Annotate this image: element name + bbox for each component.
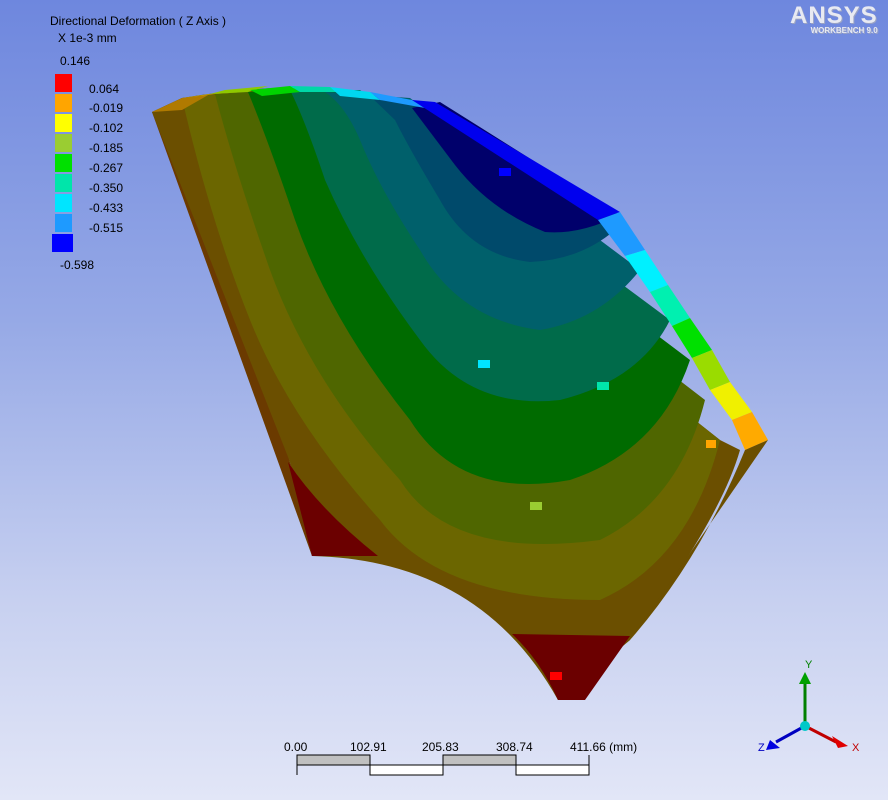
legend-level-label: -0.267 [89, 161, 124, 175]
probe-marker[interactable] [706, 440, 716, 448]
probe-marker[interactable] [530, 502, 542, 510]
triad-x-label: X [852, 742, 860, 754]
probe-marker[interactable] [499, 168, 511, 176]
probe-marker[interactable] [597, 382, 609, 390]
legend-swatch [55, 154, 72, 172]
legend-level-label: -0.515 [89, 221, 124, 235]
right-edge-band-6 [710, 382, 752, 420]
deformation-contour-model[interactable] [0, 0, 888, 800]
triad-y-label: Y [805, 659, 813, 671]
legend-swatch [55, 174, 72, 192]
scale-tick-label: 205.83 [422, 740, 459, 754]
legend-swatch [52, 234, 73, 252]
scale-tick-label: 102.91 [350, 740, 387, 754]
scale-tick-label: 411.66 (mm) [570, 740, 638, 754]
scale-tick-label: 308.74 [496, 740, 533, 754]
scale-bar [296, 754, 590, 776]
legend-units: X 1e-3 mm [58, 31, 117, 45]
legend-swatch [55, 74, 72, 92]
legend-level-label: -0.350 [89, 181, 124, 195]
probe-marker[interactable] [478, 360, 490, 368]
legend-swatch [55, 134, 72, 152]
axis-triad[interactable] [756, 660, 866, 760]
triad-z-label: Z [758, 742, 765, 754]
legend-level-label: -0.102 [89, 121, 124, 135]
red-region-bottom [512, 634, 630, 700]
legend-swatch [55, 114, 72, 132]
legend-level-label: -0.433 [89, 201, 124, 215]
legend-swatch [55, 214, 72, 232]
scale-tick-label: 0.00 [284, 740, 308, 754]
legend-swatch [55, 194, 72, 212]
legend-title: Directional Deformation ( Z Axis ) [50, 14, 227, 28]
probe-marker[interactable] [550, 672, 562, 680]
legend-max-value: 0.146 [60, 54, 91, 68]
legend-level-label: -0.185 [89, 141, 124, 155]
right-edge-band-5 [692, 350, 730, 390]
legend-swatch [55, 94, 72, 112]
graphics-viewport[interactable]: Directional Deformation ( Z Axis ) X 1e-… [0, 0, 888, 800]
legend-min-value: -0.598 [60, 258, 95, 272]
ansys-logo: ANSYS WORKBENCH 9.0 [790, 2, 878, 35]
legend-level-label: -0.019 [89, 101, 124, 115]
legend-level-label: 0.064 [89, 82, 120, 96]
